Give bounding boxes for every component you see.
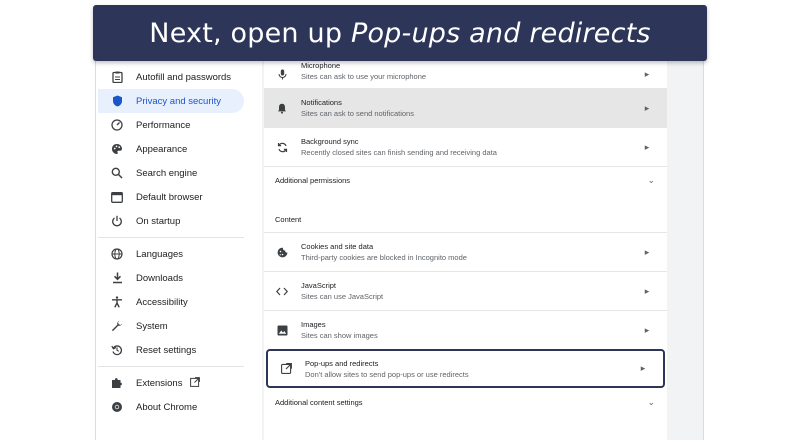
content-row-cookies[interactable]: Cookies and site data Third-party cookie… [264, 232, 667, 271]
search-icon [110, 166, 124, 180]
cookie-icon [275, 247, 289, 258]
speedometer-icon [110, 118, 124, 132]
sidebar-item-label: Downloads [136, 272, 183, 284]
chevron-down-icon: ⌄ [647, 175, 655, 185]
sidebar-item-performance[interactable]: Performance [98, 113, 244, 137]
sidebar-item-label: Default browser [136, 191, 203, 203]
sidebar-item-default-browser[interactable]: Default browser [98, 185, 244, 209]
sidebar-item-extensions[interactable]: Extensions [98, 371, 244, 395]
row-subtitle: Recently closed sites can finish sending… [301, 148, 497, 157]
expander-label: Additional content settings [275, 397, 363, 407]
shield-icon [110, 94, 124, 108]
chevron-right-icon: ▸ [644, 285, 650, 296]
globe-icon [110, 247, 124, 261]
sidebar-item-label: Search engine [136, 167, 198, 179]
clipboard-icon [110, 70, 124, 84]
sidebar-item-label: Accessibility [136, 296, 188, 308]
sidebar-item-label: System [136, 320, 168, 332]
sidebar-item-system[interactable]: System [98, 314, 244, 338]
banner-text: Next, open up Pop-ups and redirects [149, 18, 650, 49]
additional-content-settings-expander[interactable]: Additional content settings ⌄ [264, 388, 667, 416]
sidebar-item-label: About Chrome [136, 401, 198, 413]
sidebar-item-label: Performance [136, 119, 191, 131]
banner-emphasis: Pop-ups and redirects [350, 17, 651, 49]
sidebar-item-label: Languages [136, 248, 184, 260]
download-icon [110, 271, 124, 285]
chevron-right-icon: ▸ [644, 246, 650, 257]
chevron-right-icon: ▸ [644, 102, 650, 113]
sidebar-item-label: Reset settings [136, 344, 197, 356]
puzzle-icon [110, 376, 124, 390]
sidebar-item-reset-settings[interactable]: Reset settings [98, 338, 244, 362]
sidebar-item-appearance[interactable]: Appearance [98, 137, 244, 161]
chevron-right-icon: ▸ [644, 68, 650, 79]
sidebar-item-label: Extensions [136, 377, 183, 389]
sidebar-item-autofill[interactable]: Autofill and passwords [98, 65, 244, 89]
row-title: Cookies and site data [301, 242, 374, 251]
wrench-icon [110, 319, 124, 333]
content-row-javascript[interactable]: JavaScript Sites can use JavaScript ▸ [264, 271, 667, 310]
bell-icon [275, 103, 289, 114]
row-subtitle: Don't allow sites to send pop-ups or use… [305, 369, 469, 379]
accessibility-icon [110, 295, 124, 309]
open-in-new-icon[interactable] [190, 376, 201, 390]
row-subtitle: Sites can show images [301, 331, 378, 340]
sidebar-divider [98, 366, 244, 367]
chevron-right-icon: ▸ [640, 363, 646, 373]
row-title: Background sync [301, 137, 359, 146]
instruction-banner: Next, open up Pop-ups and redirects [93, 5, 707, 61]
chevron-right-icon: ▸ [644, 324, 650, 335]
palette-icon [110, 142, 124, 156]
expander-label: Additional permissions [275, 176, 351, 185]
content-row-popups-redirects[interactable]: Pop-ups and redirects Don't allow sites … [266, 349, 665, 388]
sidebar-item-downloads[interactable]: Downloads [98, 266, 244, 290]
sidebar-item-accessibility[interactable]: Accessibility [98, 290, 244, 314]
sync-icon [275, 142, 289, 153]
row-subtitle: Third-party cookies are blocked in Incog… [301, 253, 467, 262]
permission-row-microphone[interactable]: Microphone Sites can ask to use your mic… [264, 60, 667, 88]
sidebar-item-on-startup[interactable]: On startup [98, 209, 244, 233]
code-icon [275, 287, 289, 296]
sidebar-item-label: Appearance [136, 143, 188, 155]
row-title: Pop-ups and redirects [305, 358, 379, 368]
sidebar-item-label: On startup [136, 215, 181, 227]
chevron-right-icon: ▸ [644, 141, 650, 152]
browser-icon [110, 190, 124, 204]
sidebar-item-search-engine[interactable]: Search engine [98, 161, 244, 185]
permission-row-notifications[interactable]: Notifications Sites can ask to send noti… [264, 88, 667, 127]
popup-icon [279, 363, 293, 374]
sidebar-item-languages[interactable]: Languages [98, 242, 244, 266]
permission-row-background-sync[interactable]: Background sync Recently closed sites ca… [264, 127, 667, 166]
image-icon [275, 325, 289, 336]
content-row-images[interactable]: Images Sites can show images ▸ [264, 310, 667, 349]
banner-prefix: Next, open up [149, 17, 351, 49]
microphone-icon [275, 69, 289, 80]
sidebar-item-label: Privacy and security [136, 95, 222, 107]
power-icon [110, 214, 124, 228]
content-section-label: Content [275, 215, 302, 224]
reset-icon [110, 343, 124, 357]
sidebar-item-about-chrome[interactable]: About Chrome [98, 395, 244, 419]
row-title: JavaScript [301, 281, 337, 290]
chrome-icon [110, 400, 124, 414]
sidebar-item-label: Autofill and passwords [136, 71, 232, 83]
additional-permissions-expander[interactable]: Additional permissions ⌄ [264, 166, 667, 194]
sidebar-divider [98, 237, 244, 238]
row-title: Notifications [301, 98, 342, 107]
row-subtitle: Sites can ask to use your microphone [301, 72, 427, 81]
sidebar-item-privacy[interactable]: Privacy and security [98, 89, 244, 113]
row-subtitle: Sites can ask to send notifications [301, 109, 414, 118]
row-title: Images [301, 320, 326, 329]
row-title: Microphone [301, 61, 341, 70]
row-subtitle: Sites can use JavaScript [301, 292, 384, 301]
chevron-down-icon: ⌄ [647, 396, 655, 407]
